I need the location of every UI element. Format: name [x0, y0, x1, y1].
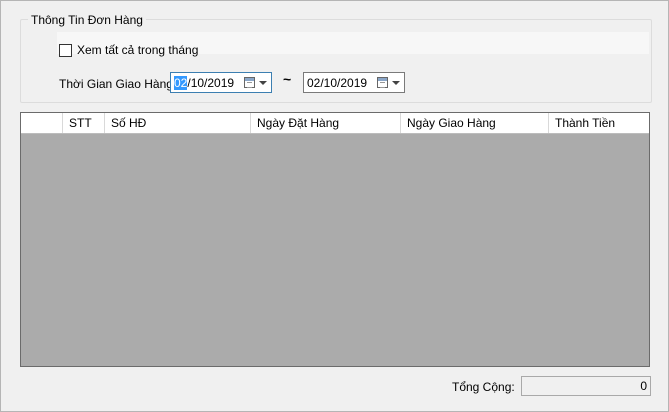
delivery-time-label: Thời Gian Giao Hàng	[59, 77, 173, 91]
date-from-picker[interactable]: 02/10/2019	[170, 72, 272, 93]
view-all-label[interactable]: Xem tất cả trong tháng	[77, 43, 198, 57]
total-field[interactable]: 0	[521, 376, 651, 396]
row-header-corner[interactable]	[21, 113, 63, 133]
date-from-rest[interactable]: /10/2019	[187, 76, 234, 90]
order-info-title: Thông Tin Đơn Hàng	[28, 13, 146, 27]
date-to-picker[interactable]: 02/10/2019	[303, 72, 405, 93]
column-header-delivery-date[interactable]: Ngày Giao Hàng	[401, 113, 549, 133]
calendar-icon[interactable]	[244, 77, 255, 88]
date-to-value[interactable]: 02/10/2019	[307, 76, 367, 90]
range-separator: ~	[283, 71, 292, 87]
column-header-invoice-no[interactable]: Số HĐ	[105, 113, 251, 133]
calendar-icon[interactable]	[377, 77, 388, 88]
column-header-order-date[interactable]: Ngày Đặt Hàng	[251, 113, 401, 133]
date-from-value[interactable]: 02/10/2019	[174, 76, 234, 90]
date-from-selected-part[interactable]: 02	[174, 76, 188, 90]
total-label: Tổng Cộng:	[452, 380, 515, 394]
orders-grid[interactable]: STT Số HĐ Ngày Đặt Hàng Ngày Giao Hàng T…	[20, 112, 650, 367]
view-all-checkbox[interactable]	[59, 44, 72, 57]
column-header-amount[interactable]: Thành Tiền	[549, 113, 649, 133]
chevron-down-icon[interactable]	[392, 81, 400, 85]
column-header-stt[interactable]: STT	[63, 113, 105, 133]
grid-header: STT Số HĐ Ngày Đặt Hàng Ngày Giao Hàng T…	[21, 113, 649, 134]
chevron-down-icon[interactable]	[259, 81, 267, 85]
